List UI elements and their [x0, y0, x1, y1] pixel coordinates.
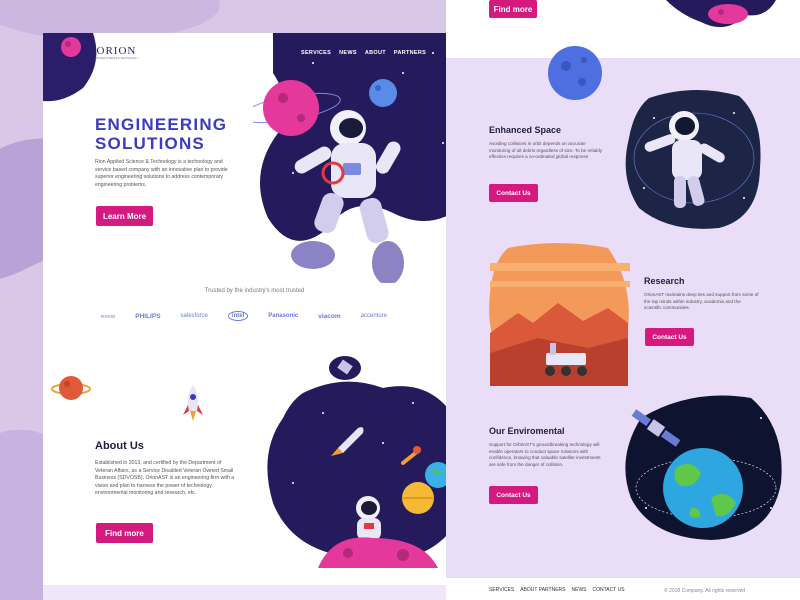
- brand-panasonic: Panasonic: [268, 313, 299, 319]
- landing-page-right: Find more Enhanced Space Avoiding collis…: [446, 0, 800, 600]
- enhanced-contact-button[interactable]: Contact Us: [489, 184, 538, 202]
- footer-nav: SERVICES ABOUT PARTNERS NEWS CONTACT US: [489, 587, 625, 593]
- brand-salesforce: salesforce: [180, 313, 208, 319]
- environmental-title: Our Enviromental: [489, 426, 565, 436]
- orange-planet-icon: [51, 376, 91, 400]
- nav-services[interactable]: SERVICES: [301, 50, 331, 56]
- hero-title-line1: ENGINEERING: [95, 115, 228, 134]
- footer-nav-contact[interactable]: CONTACT US: [593, 587, 625, 593]
- brand-viacom: viacom: [318, 312, 341, 320]
- top-space-fragment: [666, 0, 776, 28]
- copyright-text: © 2018 Company. All rights reserved: [664, 588, 746, 594]
- corner-space-decoration: [43, 33, 97, 102]
- hero-title-line2: SOLUTIONS: [95, 134, 205, 153]
- brand-intel: intel: [227, 311, 249, 321]
- nav-news[interactable]: NEWS: [339, 50, 357, 56]
- nav-partners[interactable]: PARTNERS: [394, 50, 426, 56]
- research-contact-button[interactable]: Contact Us: [645, 328, 694, 346]
- find-more-button[interactable]: Find more: [96, 523, 153, 543]
- nav-about[interactable]: ABOUT: [365, 50, 386, 56]
- learn-more-button[interactable]: Learn More: [96, 206, 153, 226]
- footer-nav-about-partners[interactable]: ABOUT PARTNERS: [520, 587, 565, 593]
- main-nav: SERVICES NEWS ABOUT PARTNERS: [301, 50, 426, 56]
- earth-icon: [663, 448, 743, 528]
- environmental-description: Support for OrbitAST's groundbreaking te…: [489, 442, 601, 467]
- enhanced-space-title: Enhanced Space: [489, 125, 562, 135]
- brand-accenture: accenture: [360, 313, 388, 319]
- mars-rover-illustration: [489, 243, 630, 386]
- enhanced-space-description: Avoiding collisions in orbit depends on …: [489, 141, 603, 159]
- landing-page-left: ORION APPLIED SCIENCE & TECHNOLOGY SERVI…: [43, 33, 466, 600]
- rocket-icon: [183, 385, 203, 421]
- trusted-heading: Trusted by the industry's most trusted: [204, 288, 305, 294]
- about-title: About Us: [95, 440, 144, 452]
- research-title: Research: [644, 276, 685, 286]
- footer-nav-news[interactable]: NEWS: [572, 587, 587, 593]
- footer-nav-services[interactable]: SERVICES: [489, 587, 514, 593]
- find-more-button-top[interactable]: Find more: [489, 0, 537, 18]
- brand-rakin: RAKIN: [101, 313, 116, 319]
- logo[interactable]: ORION APPLIED SCIENCE & TECHNOLOGY: [95, 45, 138, 60]
- logo-text: ORION: [96, 45, 137, 57]
- research-description: OrionAST maintains deep ties and support…: [644, 292, 759, 310]
- earth-satellite-illustration: [625, 395, 782, 540]
- astronaut-blob-illustration: [625, 89, 761, 229]
- about-space-illustration: [267, 356, 465, 568]
- left-footer-strip: [43, 585, 466, 600]
- hero-description: Rion Applied Science & Technology is a t…: [95, 159, 228, 188]
- about-description: Established in 2013, and certified by th…: [95, 460, 235, 496]
- hero-space-illustration: [253, 33, 466, 283]
- brand-logos: RAKIN PHILIPS salesforce intel Panasonic…: [101, 311, 387, 321]
- blue-planet-icon: [548, 46, 602, 100]
- brand-philips: PHILIPS: [135, 312, 161, 320]
- environmental-contact-button[interactable]: Contact Us: [489, 486, 538, 504]
- logo-subtitle: APPLIED SCIENCE & TECHNOLOGY: [95, 57, 138, 60]
